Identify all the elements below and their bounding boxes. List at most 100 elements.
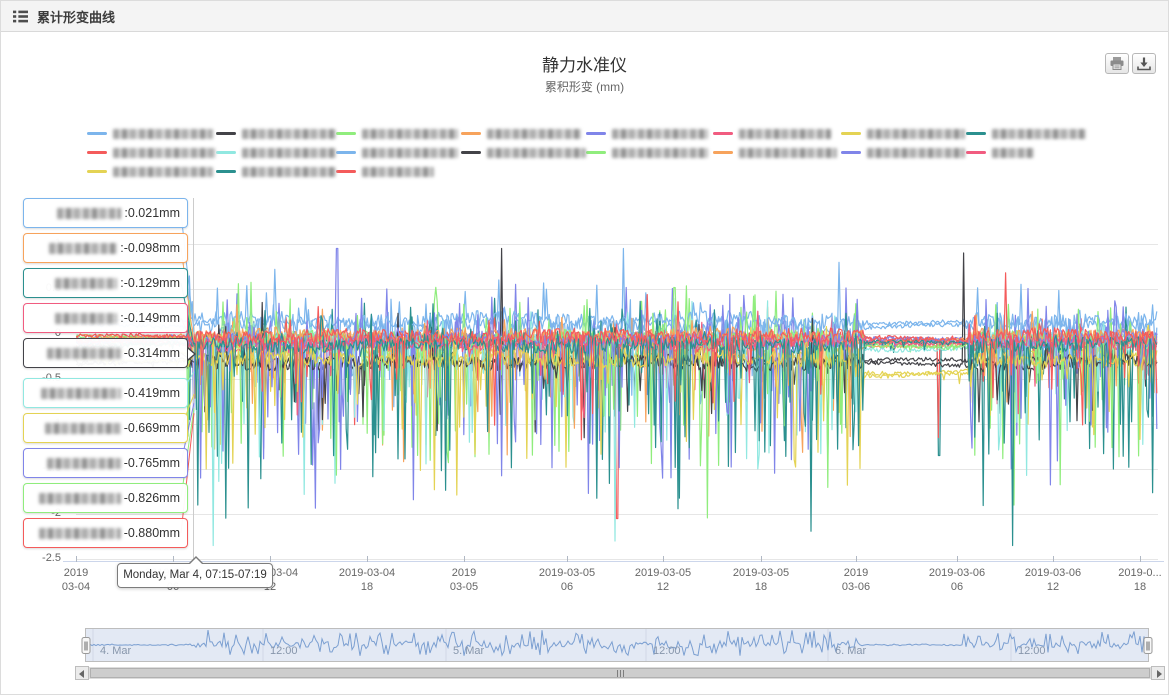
legend-item[interactable] — [87, 145, 216, 160]
tooltip-series-name-redacted — [47, 348, 121, 359]
list-icon — [13, 10, 28, 23]
tooltip-series-name-redacted — [45, 423, 121, 434]
legend-item[interactable] — [336, 126, 461, 141]
legend-item[interactable] — [713, 145, 841, 160]
navigator-axis-label: 5. Mar — [453, 645, 484, 657]
x-axis-label-line1: 2019 — [404, 567, 524, 581]
legend-marker-icon — [586, 151, 606, 154]
grip-icon — [623, 670, 624, 677]
legend-marker-icon — [966, 151, 986, 154]
legend-label-redacted — [362, 148, 458, 158]
x-axis-tooltip: Monday, Mar 4, 07:15-07:19 — [117, 563, 273, 588]
legend-item[interactable] — [841, 126, 966, 141]
legend-label-redacted — [362, 129, 458, 139]
tooltip-value: -0.826mm — [124, 491, 180, 505]
legend-item[interactable] — [461, 145, 586, 160]
legend-item[interactable] — [713, 126, 841, 141]
legend-marker-icon — [87, 170, 107, 173]
x-axis-label: 2019-0...18 — [1080, 567, 1169, 594]
x-axis-label-line1: 2019-0... — [1080, 567, 1169, 581]
legend-row — [87, 145, 1097, 160]
scrollbar-right-button[interactable] — [1151, 666, 1165, 680]
navigator-axis-label: 12:00 — [270, 645, 298, 657]
right-arrow-icon — [1157, 670, 1162, 678]
legend-item[interactable] — [216, 145, 336, 160]
scrollbar-left-button[interactable] — [75, 666, 89, 680]
tooltip-series-name-redacted — [47, 458, 121, 469]
left-arrow-icon — [79, 670, 84, 678]
legend-label-redacted — [487, 148, 586, 158]
legend-marker-icon — [216, 170, 236, 173]
tooltip-series-name-redacted — [55, 313, 117, 324]
tooltip-value: :-0.149mm — [120, 311, 180, 325]
legend-label-redacted — [113, 167, 213, 177]
legend-marker-icon — [841, 151, 861, 154]
chart-subtitle: 累积形变 (mm) — [1, 78, 1168, 95]
legend-item[interactable] — [461, 126, 586, 141]
series-tooltip: :-0.129mm — [23, 268, 188, 298]
legend-row — [87, 164, 1097, 179]
navigator-axis-label: 12:00 — [653, 645, 681, 657]
legend-label-redacted — [113, 148, 216, 158]
scrollbar-thumb[interactable] — [90, 668, 1150, 678]
scrollbar[interactable] — [1, 666, 1168, 680]
legend-marker-icon — [87, 151, 107, 154]
legend-label-redacted — [242, 129, 336, 139]
legend-label-redacted — [867, 148, 965, 158]
x-axis-label: 201903-05 — [404, 567, 524, 594]
print-button[interactable] — [1105, 53, 1129, 74]
series-tooltip: :-0.149mm — [23, 303, 188, 333]
legend-marker-icon — [841, 132, 861, 135]
tooltip-series-name-redacted — [41, 388, 121, 399]
navigator-handle-left[interactable] — [82, 638, 90, 654]
legend-item[interactable] — [216, 164, 336, 179]
legend-marker-icon — [336, 132, 356, 135]
scrollbar-track[interactable] — [89, 667, 1151, 679]
tooltip-series-name-redacted — [39, 493, 121, 504]
legend-item[interactable] — [966, 126, 1086, 141]
legend-label-redacted — [362, 167, 434, 177]
legend-label-redacted — [867, 129, 965, 139]
legend-label-redacted — [612, 148, 708, 158]
tooltip-series-name-redacted — [39, 528, 121, 539]
legend-item[interactable] — [336, 145, 461, 160]
legend-marker-icon — [216, 132, 236, 135]
legend-item[interactable] — [586, 145, 713, 160]
legend-item[interactable] — [87, 164, 216, 179]
series-tooltip: -0.765mm — [23, 448, 188, 478]
legend-item[interactable] — [586, 126, 713, 141]
legend-label-redacted — [739, 129, 831, 139]
tooltip-series-name-redacted — [57, 208, 121, 219]
series-tooltip: -0.880mm — [23, 518, 188, 548]
series-group — [76, 249, 1157, 546]
legend-label-redacted — [612, 129, 708, 139]
chart-title: 静力水准仪 — [1, 51, 1168, 76]
legend-item[interactable] — [216, 126, 336, 141]
legend-row — [87, 126, 1097, 141]
legend-marker-icon — [586, 132, 606, 135]
legend-item[interactable] — [87, 126, 216, 141]
tooltip-value: :0.021mm — [124, 206, 180, 220]
topbar: 累计形变曲线 — [1, 1, 1168, 32]
legend-item[interactable] — [841, 145, 966, 160]
legend-label-redacted — [242, 167, 336, 177]
tooltip-value: -0.765mm — [124, 456, 180, 470]
legend-marker-icon — [87, 132, 107, 135]
navigator-axis-label: 12:00 — [1018, 645, 1046, 657]
grip-icon — [620, 670, 621, 677]
legend-item[interactable] — [336, 164, 461, 179]
legend-label-redacted — [113, 129, 213, 139]
series-tooltip: -0.669mm — [23, 413, 188, 443]
legend-label-redacted — [242, 148, 336, 158]
legend-label-redacted — [739, 148, 837, 158]
legend-marker-icon — [713, 132, 733, 135]
printer-icon — [1109, 56, 1125, 71]
navigator-handle-right[interactable] — [1144, 638, 1152, 654]
legend-item[interactable] — [966, 145, 1086, 160]
x-axis-tooltip-text: Monday, Mar 4, 07:15-07:19 — [123, 569, 267, 581]
download-button[interactable] — [1132, 53, 1156, 74]
series-tooltip: -0.314mm — [23, 338, 188, 368]
tooltip-value: :-0.098mm — [120, 241, 180, 255]
legend-marker-icon — [336, 151, 356, 154]
tooltip-series-name-redacted — [49, 243, 117, 254]
